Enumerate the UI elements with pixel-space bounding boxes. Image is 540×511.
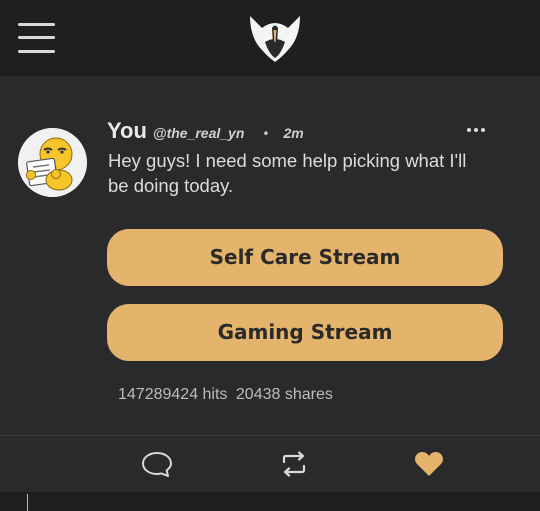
post-stats: 147289424 hits 20438 shares — [118, 386, 333, 404]
repost-icon[interactable] — [278, 448, 310, 480]
shares-count: 20438 shares — [235, 386, 333, 403]
post-text: Hey guys! I need some help picking what … — [108, 150, 467, 196]
hits-count: 147289424 hits — [118, 386, 228, 403]
comment-icon[interactable] — [141, 448, 173, 480]
post-card: You @the_real_yn • 2m Hey guys! I need s… — [0, 76, 540, 436]
menu-line — [18, 36, 55, 39]
more-dot — [481, 128, 485, 132]
avatar-emoji-icon — [18, 128, 87, 197]
post-time: 2m — [283, 125, 304, 141]
post-header: You @the_real_yn • 2m — [107, 118, 304, 144]
menu-line — [18, 23, 55, 26]
action-bar — [0, 436, 540, 492]
self-care-stream-button[interactable]: Self Care Stream — [107, 229, 503, 286]
more-dot — [467, 128, 471, 132]
text-caret — [27, 494, 28, 511]
author-name[interactable]: You — [107, 118, 147, 144]
bottom-bar — [0, 492, 540, 511]
logo-icon[interactable] — [248, 14, 302, 64]
separator-dot: • — [262, 127, 270, 141]
gaming-stream-button[interactable]: Gaming Stream — [107, 304, 503, 361]
top-bar — [0, 0, 540, 76]
author-handle[interactable]: @the_real_yn — [153, 125, 244, 141]
heart-icon[interactable] — [413, 448, 445, 480]
more-options-icon[interactable] — [462, 120, 490, 140]
more-dot — [474, 128, 478, 132]
avatar[interactable] — [18, 128, 87, 197]
menu-button[interactable] — [18, 21, 56, 55]
menu-line — [18, 50, 55, 53]
